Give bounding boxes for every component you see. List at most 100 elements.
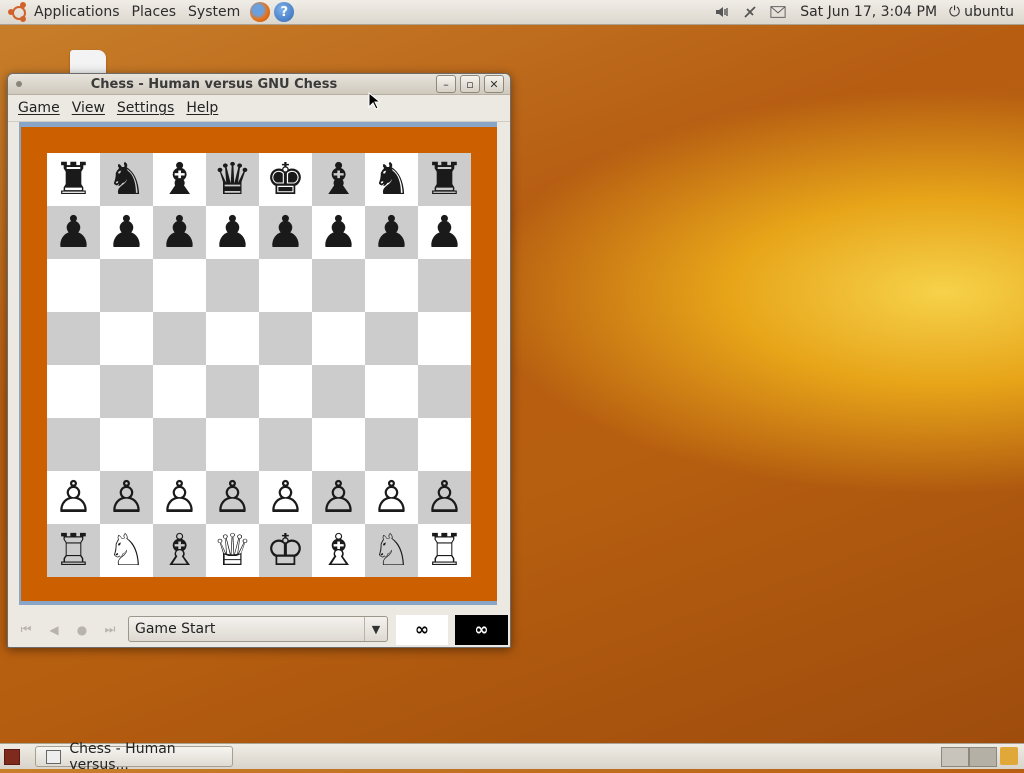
chess-piece[interactable]: ♟ bbox=[160, 210, 199, 255]
chess-piece[interactable]: ♟ bbox=[425, 210, 464, 255]
chess-board[interactable]: ♜ ♞ ♝ ♛ ♚ ♝ ♞ ♜ ♟ ♟ ♟ ♟ ♟ ♟ ♟ ♟ ♙ ♙ ♙ ♙ ♙ ♙ ♙ ♙ ♖ ♘ ♗ ♕ ♔ ♗ ♘ ♖ bbox=[47, 153, 471, 577]
help-icon[interactable]: ? bbox=[274, 2, 295, 22]
board-square[interactable]: ♘ bbox=[365, 524, 418, 577]
board-square[interactable]: ♟ bbox=[153, 206, 206, 259]
network-icon[interactable] bbox=[742, 4, 758, 20]
chess-piece[interactable]: ♙ bbox=[160, 475, 199, 520]
board-square[interactable] bbox=[206, 365, 259, 418]
board-square[interactable] bbox=[312, 365, 365, 418]
chess-piece[interactable]: ♗ bbox=[319, 528, 358, 573]
board-square[interactable]: ♟ bbox=[47, 206, 100, 259]
applications-menu[interactable]: Applications bbox=[28, 0, 126, 24]
board-square[interactable]: ♜ bbox=[418, 153, 471, 206]
system-menu[interactable]: System bbox=[182, 0, 246, 24]
board-square[interactable] bbox=[100, 365, 153, 418]
chess-piece[interactable]: ♕ bbox=[213, 528, 252, 573]
menu-view[interactable]: View bbox=[66, 100, 111, 116]
taskbar-button-chess[interactable]: Chess - Human versus... bbox=[35, 741, 233, 773]
board-square[interactable]: ♟ bbox=[259, 206, 312, 259]
board-square[interactable] bbox=[418, 365, 471, 418]
board-square[interactable] bbox=[259, 259, 312, 312]
show-desktop-button[interactable] bbox=[4, 749, 20, 765]
board-square[interactable]: ♖ bbox=[418, 524, 471, 577]
board-square[interactable] bbox=[259, 312, 312, 365]
history-combo[interactable]: Game Start ▼ bbox=[128, 616, 388, 642]
current-move-button[interactable]: ● bbox=[70, 618, 94, 642]
board-square[interactable] bbox=[47, 365, 100, 418]
board-square[interactable] bbox=[47, 259, 100, 312]
close-button[interactable]: ✕ bbox=[484, 75, 504, 93]
maximize-button[interactable]: ▫ bbox=[460, 75, 480, 93]
chess-piece[interactable]: ♜ bbox=[54, 157, 93, 202]
chess-piece[interactable]: ♘ bbox=[372, 528, 411, 573]
board-square[interactable]: ♟ bbox=[312, 206, 365, 259]
board-square[interactable] bbox=[100, 259, 153, 312]
board-square[interactable] bbox=[312, 312, 365, 365]
board-square[interactable] bbox=[206, 259, 259, 312]
firefox-icon[interactable] bbox=[250, 2, 271, 22]
workspace-2[interactable] bbox=[969, 747, 997, 767]
chess-piece[interactable]: ♟ bbox=[319, 210, 358, 255]
board-square[interactable]: ♟ bbox=[100, 206, 153, 259]
menu-help[interactable]: Help bbox=[180, 100, 224, 116]
board-square[interactable] bbox=[259, 365, 312, 418]
board-square[interactable]: ♗ bbox=[153, 524, 206, 577]
chess-piece[interactable]: ♛ bbox=[213, 157, 252, 202]
board-square[interactable] bbox=[365, 259, 418, 312]
board-square[interactable] bbox=[206, 312, 259, 365]
board-square[interactable]: ♞ bbox=[100, 153, 153, 206]
board-square[interactable] bbox=[47, 418, 100, 471]
board-square[interactable]: ♕ bbox=[206, 524, 259, 577]
last-move-button[interactable]: ⏭ bbox=[98, 618, 122, 642]
chess-piece[interactable]: ♖ bbox=[54, 528, 93, 573]
board-square[interactable] bbox=[259, 418, 312, 471]
board-square[interactable]: ♖ bbox=[47, 524, 100, 577]
places-menu[interactable]: Places bbox=[126, 0, 183, 24]
board-square[interactable]: ♝ bbox=[153, 153, 206, 206]
board-square[interactable]: ♔ bbox=[259, 524, 312, 577]
volume-icon[interactable] bbox=[714, 4, 730, 20]
chess-piece[interactable]: ♙ bbox=[372, 475, 411, 520]
board-square[interactable]: ♘ bbox=[100, 524, 153, 577]
board-square[interactable] bbox=[365, 418, 418, 471]
previous-move-button[interactable]: ◀ bbox=[42, 618, 66, 642]
board-square[interactable]: ♟ bbox=[206, 206, 259, 259]
board-square[interactable]: ♙ bbox=[206, 471, 259, 524]
chess-piece[interactable]: ♞ bbox=[107, 157, 146, 202]
chess-piece[interactable]: ♙ bbox=[54, 475, 93, 520]
menu-settings[interactable]: Settings bbox=[111, 100, 180, 116]
board-square[interactable] bbox=[365, 312, 418, 365]
chess-piece[interactable]: ♝ bbox=[160, 157, 199, 202]
chess-piece[interactable]: ♙ bbox=[319, 475, 358, 520]
board-square[interactable] bbox=[312, 418, 365, 471]
board-square[interactable]: ♙ bbox=[153, 471, 206, 524]
board-square[interactable]: ♚ bbox=[259, 153, 312, 206]
chess-piece[interactable]: ♟ bbox=[213, 210, 252, 255]
first-move-button[interactable]: ⏮ bbox=[14, 618, 38, 642]
board-square[interactable]: ♗ bbox=[312, 524, 365, 577]
chess-piece[interactable]: ♝ bbox=[319, 157, 358, 202]
chess-piece[interactable]: ♙ bbox=[266, 475, 305, 520]
chess-piece[interactable]: ♜ bbox=[425, 157, 464, 202]
board-square[interactable]: ♞ bbox=[365, 153, 418, 206]
board-square[interactable] bbox=[418, 259, 471, 312]
board-square[interactable]: ♙ bbox=[365, 471, 418, 524]
ubuntu-logo-icon[interactable] bbox=[8, 2, 28, 22]
mail-icon[interactable] bbox=[770, 4, 786, 20]
chevron-down-icon[interactable]: ▼ bbox=[364, 617, 387, 641]
chess-piece[interactable]: ♚ bbox=[266, 157, 305, 202]
board-square[interactable] bbox=[47, 312, 100, 365]
board-square[interactable] bbox=[100, 418, 153, 471]
board-square[interactable] bbox=[418, 418, 471, 471]
board-square[interactable] bbox=[153, 312, 206, 365]
board-square[interactable]: ♙ bbox=[312, 471, 365, 524]
board-square[interactable]: ♙ bbox=[259, 471, 312, 524]
chess-piece[interactable]: ♟ bbox=[54, 210, 93, 255]
board-square[interactable]: ♛ bbox=[206, 153, 259, 206]
panel-clock[interactable]: Sat Jun 17, 3:04 PM bbox=[792, 4, 945, 20]
chess-piece[interactable]: ♞ bbox=[372, 157, 411, 202]
workspace-1[interactable] bbox=[941, 747, 969, 767]
board-square[interactable] bbox=[206, 418, 259, 471]
minimize-button[interactable]: – bbox=[436, 75, 456, 93]
board-square[interactable]: ♙ bbox=[418, 471, 471, 524]
